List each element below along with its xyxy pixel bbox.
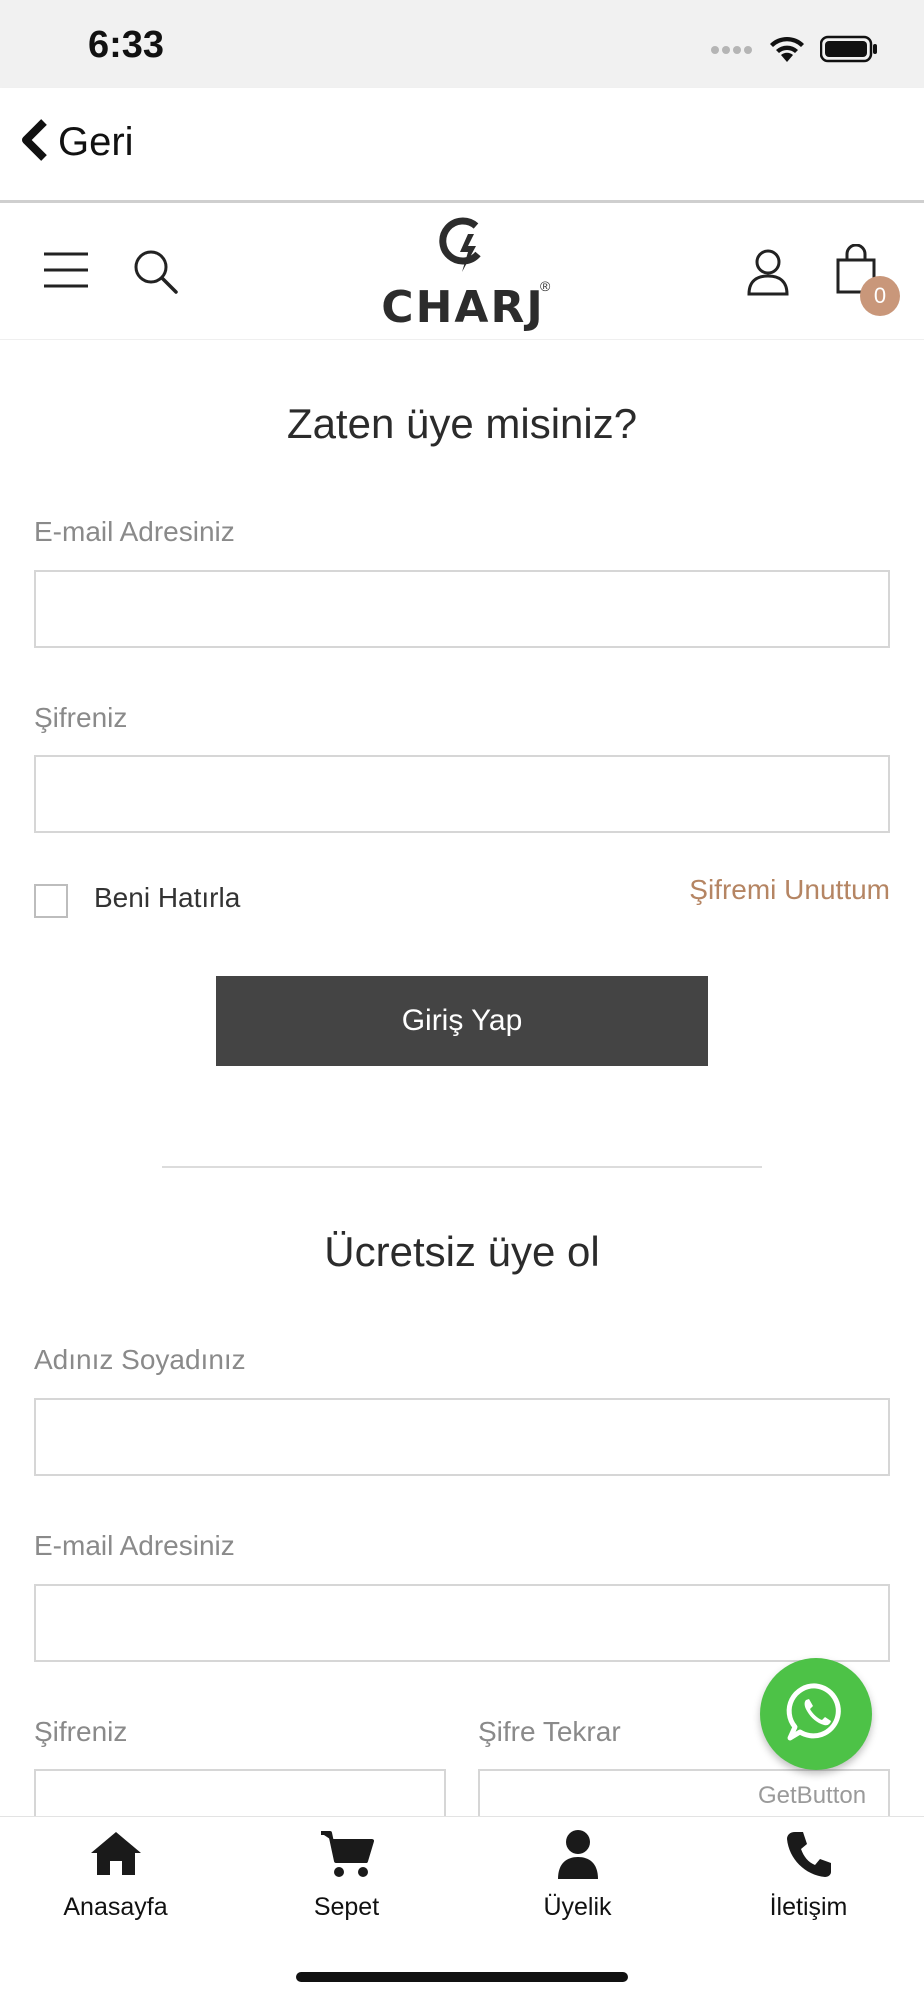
logo-mark-icon <box>439 217 481 272</box>
status-icons <box>710 34 878 69</box>
login-email-label: E-mail Adresiniz <box>34 516 235 547</box>
getbutton-caption: GetButton <box>758 1782 867 1809</box>
tab-label-cart: Sepet <box>313 1893 380 1921</box>
register-password-repeat-label: Şifre Tekrar <box>478 1716 621 1747</box>
register-name-input[interactable] <box>34 1398 890 1476</box>
registered-mark: ® <box>540 278 551 294</box>
tab-label-contact: İletişim <box>769 1893 848 1921</box>
account-button[interactable] <box>746 248 790 301</box>
cart-icon <box>320 1831 374 1877</box>
status-time: 6:33 <box>88 24 165 66</box>
navigation-bar: Geri <box>0 88 924 203</box>
user-icon <box>557 1830 598 1879</box>
status-bar: 6:33 <box>0 0 924 88</box>
tab-cart[interactable]: Sepet <box>231 1817 462 1937</box>
home-icon <box>90 1832 141 1875</box>
remember-me-label: Beni Hatırla <box>94 882 241 913</box>
tab-contact[interactable]: İletişim <box>693 1817 924 1937</box>
cart-count-badge: 0 <box>860 276 900 316</box>
login-email-input[interactable] <box>34 570 890 648</box>
remember-me-checkbox[interactable] <box>34 884 68 918</box>
whatsapp-button[interactable] <box>760 1658 872 1770</box>
phone-icon <box>786 1832 831 1877</box>
login-title: Zaten üye misiniz? <box>286 400 638 447</box>
register-name-label: Adınız Soyadınız <box>34 1344 246 1375</box>
signal-icon <box>710 43 754 61</box>
brand-logo[interactable]: CHARJ ® <box>370 216 556 333</box>
login-button[interactable]: Giriş Yap <box>216 976 708 1066</box>
tab-home[interactable]: Anasayfa <box>0 1817 231 1937</box>
search-button[interactable] <box>132 248 180 301</box>
register-password-label: Şifreniz <box>34 1716 128 1747</box>
home-indicator <box>296 1972 628 1982</box>
hamburger-icon <box>42 252 90 294</box>
wifi-icon <box>768 34 806 69</box>
tab-membership[interactable]: Üyelik <box>462 1817 693 1937</box>
forgot-password-link[interactable]: Şifremi Unuttum <box>689 874 890 906</box>
back-button[interactable]: Geri <box>18 118 134 167</box>
menu-button[interactable] <box>42 250 90 295</box>
register-email-input[interactable] <box>34 1584 890 1662</box>
tab-label-home: Anasayfa <box>63 1893 168 1921</box>
section-divider <box>162 1166 762 1168</box>
tab-label-membership: Üyelik <box>543 1893 612 1921</box>
user-outline-icon <box>746 249 790 300</box>
whatsapp-icon <box>784 1680 848 1749</box>
brand-name: CHARJ <box>381 282 545 333</box>
chevron-left-icon <box>18 118 50 167</box>
register-email-label: E-mail Adresiniz <box>34 1530 235 1561</box>
search-icon <box>132 250 180 300</box>
register-title: Ücretsiz üye ol <box>324 1228 600 1275</box>
back-label: Geri <box>58 120 134 164</box>
battery-icon <box>819 35 878 68</box>
login-password-label: Şifreniz <box>34 702 128 733</box>
login-password-input[interactable] <box>34 755 890 833</box>
